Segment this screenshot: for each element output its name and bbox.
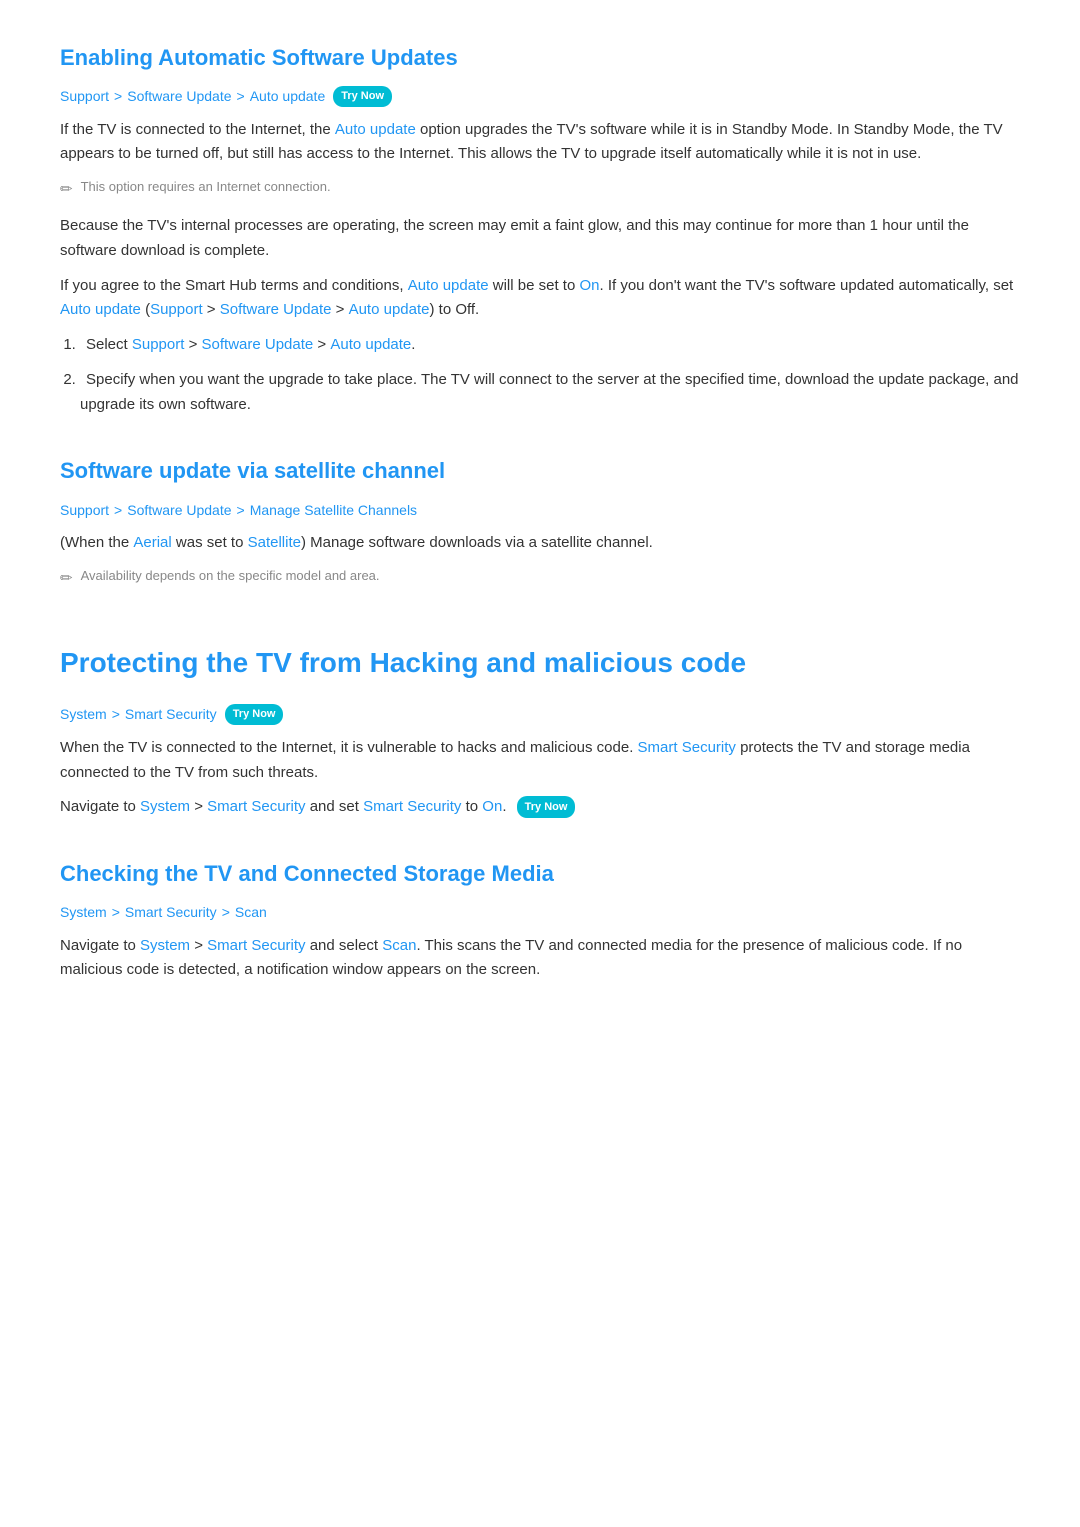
highlight-smart-security-2: Smart Security (207, 798, 305, 815)
section-title-satellite: Software update via satellite channel (60, 453, 1020, 488)
highlight-auto-update-3: Auto update (60, 301, 141, 318)
note-satellite: ✏ Availability depends on the specific m… (60, 566, 1020, 591)
try-now-badge-protecting-inline[interactable]: Try Now (517, 796, 576, 818)
breadcrumb-smart-security-check[interactable]: Smart Security (125, 901, 217, 923)
breadcrumb-sep-check-1: > (112, 901, 120, 923)
breadcrumb-sep-check-2: > (222, 901, 230, 923)
breadcrumb-smart-security[interactable]: Smart Security (125, 703, 217, 725)
highlight-satellite: Satellite (248, 534, 301, 551)
breadcrumb-system[interactable]: System (60, 703, 107, 725)
satellite-para: (When the Aerial was set to Satellite) M… (60, 531, 1020, 556)
step-2: Specify when you want the upgrade to tak… (80, 368, 1020, 418)
step-1: Select Support > Software Update > Auto … (80, 333, 1020, 358)
breadcrumb-checking: System > Smart Security > Scan (60, 901, 1020, 923)
breadcrumb-sep-prot-1: > (112, 703, 120, 725)
protecting-para-2: Navigate to System > Smart Security and … (60, 795, 1020, 820)
highlight-smart-security-3: Smart Security (363, 798, 461, 815)
highlight-smart-security-check: Smart Security (207, 937, 305, 954)
breadcrumb-sep-sat-2: > (237, 499, 245, 521)
enabling-para-3: If you agree to the Smart Hub terms and … (60, 274, 1020, 324)
breadcrumb-system-check[interactable]: System (60, 901, 107, 923)
highlight-auto-update-4: Auto update (349, 301, 430, 318)
breadcrumb-sep-sat-1: > (114, 499, 122, 521)
try-now-badge-protecting[interactable]: Try Now (225, 704, 284, 726)
highlight-auto-update-2: Auto update (408, 277, 489, 294)
highlight-smart-security-1: Smart Security (638, 739, 736, 756)
breadcrumb-scan[interactable]: Scan (235, 901, 267, 923)
highlight-aerial: Aerial (133, 534, 171, 551)
breadcrumb-enabling: Support > Software Update > Auto update … (60, 85, 1020, 107)
highlight-scan: Scan (382, 937, 416, 954)
breadcrumb-support-sat[interactable]: Support (60, 499, 109, 521)
try-now-badge-enabling[interactable]: Try Now (333, 86, 392, 108)
section-satellite-update: Software update via satellite channel Su… (60, 453, 1020, 590)
highlight-support-2: Support (150, 301, 203, 318)
highlight-on-2: On (482, 798, 502, 815)
breadcrumb-protecting: System > Smart Security Try Now (60, 703, 1020, 725)
enabling-para-1: If the TV is connected to the Internet, … (60, 118, 1020, 168)
highlight-system-1: System (140, 798, 190, 815)
steps-list: Select Support > Software Update > Auto … (80, 333, 1020, 417)
note-enabling-1: ✏ This option requires an Internet conne… (60, 177, 1020, 202)
breadcrumb-software-update[interactable]: Software Update (127, 85, 231, 107)
section-checking-tv: Checking the TV and Connected Storage Me… (60, 856, 1020, 983)
highlight-auto-update-1: Auto update (335, 121, 416, 138)
breadcrumb-manage-satellite[interactable]: Manage Satellite Channels (250, 499, 417, 521)
highlight-system-check: System (140, 937, 190, 954)
highlight-support-step1: Support (132, 336, 185, 353)
breadcrumb-sep-2: > (237, 85, 245, 107)
highlight-auto-update-step1: Auto update (330, 336, 411, 353)
note-text-enabling-1: This option requires an Internet connect… (81, 177, 331, 198)
enabling-para-2: Because the TV's internal processes are … (60, 214, 1020, 264)
breadcrumb-support[interactable]: Support (60, 85, 109, 107)
section-enabling-auto-updates: Enabling Automatic Software Updates Supp… (60, 40, 1020, 417)
section-title-checking: Checking the TV and Connected Storage Me… (60, 856, 1020, 891)
checking-para: Navigate to System > Smart Security and … (60, 934, 1020, 984)
section-title-enabling: Enabling Automatic Software Updates (60, 40, 1020, 75)
breadcrumb-software-update-sat[interactable]: Software Update (127, 499, 231, 521)
highlight-software-update-step1: Software Update (202, 336, 314, 353)
section-title-protecting: Protecting the TV from Hacking and malic… (60, 641, 1020, 686)
pencil-icon-sat: ✏ (60, 567, 73, 591)
breadcrumb-auto-update[interactable]: Auto update (250, 85, 326, 107)
highlight-on-1: On (579, 277, 599, 294)
breadcrumb-satellite: Support > Software Update > Manage Satel… (60, 499, 1020, 521)
section-protecting-tv: Protecting the TV from Hacking and malic… (60, 641, 1020, 820)
highlight-software-update-2: Software Update (220, 301, 332, 318)
note-text-satellite: Availability depends on the specific mod… (81, 566, 380, 587)
pencil-icon: ✏ (60, 178, 73, 202)
protecting-para-1: When the TV is connected to the Internet… (60, 736, 1020, 786)
breadcrumb-sep-1: > (114, 85, 122, 107)
